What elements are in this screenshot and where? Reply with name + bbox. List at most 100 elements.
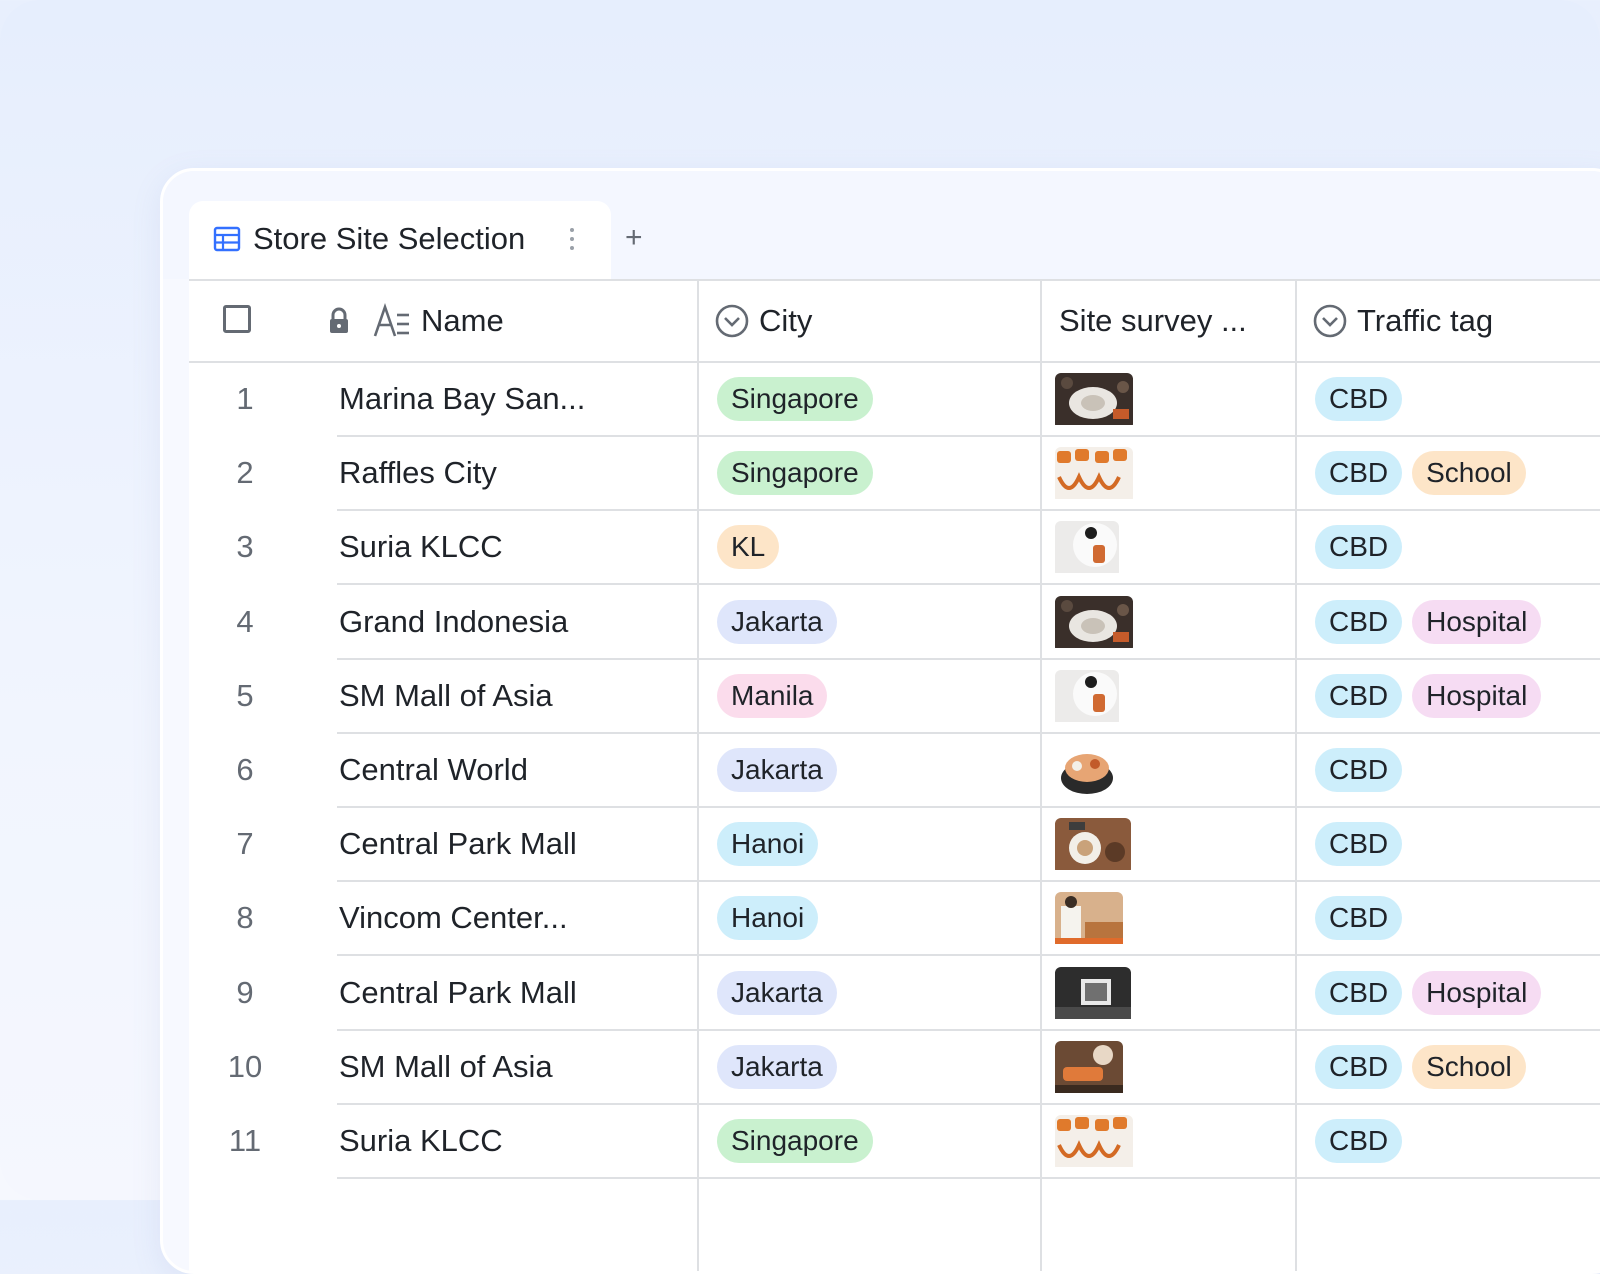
row-number: 9 <box>236 974 254 1010</box>
cell-traffic-tag[interactable]: CBD <box>1315 822 1403 867</box>
city-tag: Jakarta <box>717 748 837 792</box>
traffic-tag: Hospital <box>1412 599 1542 644</box>
cell-traffic-tag[interactable]: CBD <box>1315 525 1403 570</box>
cell-traffic-tag[interactable]: CBD School <box>1315 451 1526 496</box>
city-tag: Singapore <box>717 451 873 496</box>
more-vertical-icon[interactable] <box>565 223 579 257</box>
cell-traffic-tag[interactable]: CBD Hospital <box>1315 599 1542 644</box>
cell-traffic-tag[interactable]: CBD Hospital <box>1315 970 1542 1015</box>
city-tag: Hanoi <box>717 896 819 941</box>
table-row[interactable]: 5 SM Mall of Asia Manila CBD Hospital <box>189 660 1600 734</box>
traffic-tag: CBD <box>1315 1119 1403 1163</box>
cell-city[interactable]: Jakarta <box>717 1044 837 1089</box>
traffic-tag: CBD <box>1315 451 1403 496</box>
food-plate-photo[interactable] <box>1055 595 1133 653</box>
table-row[interactable]: 4 Grand Indonesia Jakarta CBD Hospital <box>189 586 1600 660</box>
cell-city[interactable]: Singapore <box>717 377 873 421</box>
text-field-icon <box>373 303 409 337</box>
cell-name[interactable]: Marina Bay San... <box>339 381 585 417</box>
cell-traffic-tag[interactable]: CBD <box>1315 896 1403 941</box>
chef-photo[interactable] <box>1055 892 1123 949</box>
traffic-tag: CBD <box>1315 970 1403 1015</box>
traffic-tag: CBD <box>1315 896 1403 941</box>
table-row[interactable]: 11 Suria KLCC Singapore CBD <box>189 1105 1600 1179</box>
row-number: 5 <box>236 677 254 713</box>
table-row[interactable]: 3 Suria KLCC KL CBD <box>189 511 1600 586</box>
cell-traffic-tag[interactable]: CBD School <box>1315 1044 1526 1089</box>
city-tag: Jakarta <box>717 599 837 644</box>
chef-cooking-photo[interactable] <box>1055 1040 1123 1098</box>
cell-traffic-tag[interactable]: CBD <box>1315 377 1403 421</box>
table-row[interactable]: 9 Central Park Mall Jakarta CBD Hospital <box>189 957 1600 1031</box>
cell-city[interactable]: Jakarta <box>717 970 837 1015</box>
city-tag: Jakarta <box>717 1044 837 1089</box>
traffic-tag: CBD <box>1315 748 1403 792</box>
data-grid: Name City Site survey ... Traffic tag 1 M… <box>189 279 1600 1271</box>
city-tag: Singapore <box>717 377 873 421</box>
column-header-city[interactable]: City <box>715 281 812 361</box>
bowl-photo[interactable] <box>1055 744 1119 801</box>
city-tag: Manila <box>717 673 828 718</box>
cell-city[interactable]: Hanoi <box>717 896 819 941</box>
row-number: 6 <box>236 752 254 787</box>
cell-name[interactable]: SM Mall of Asia <box>339 1049 553 1085</box>
cell-traffic-tag[interactable]: CBD <box>1315 1119 1403 1163</box>
sushi-rolls-photo[interactable] <box>1055 1115 1133 1172</box>
cell-name[interactable]: Vincom Center... <box>339 900 568 936</box>
cell-name[interactable]: Suria KLCC <box>339 529 503 565</box>
tab-bar: Store Site Selection + <box>163 171 1600 279</box>
select-all-checkbox[interactable] <box>223 305 251 333</box>
traffic-tag: CBD <box>1315 599 1403 644</box>
lock-icon <box>330 307 348 333</box>
cell-city[interactable]: Singapore <box>717 451 873 496</box>
add-tab-button[interactable]: + <box>625 223 643 253</box>
sushi-plate-photo[interactable] <box>1055 669 1119 727</box>
sushi-rolls-photo[interactable] <box>1055 447 1133 504</box>
column-header-name[interactable]: Name <box>421 281 504 361</box>
cell-city[interactable]: Jakarta <box>717 748 837 792</box>
cell-name[interactable]: SM Mall of Asia <box>339 678 553 714</box>
cell-city[interactable]: Manila <box>717 673 828 718</box>
traffic-tag: CBD <box>1315 673 1403 718</box>
column-header-traffic-tag[interactable]: Traffic tag <box>1313 281 1493 361</box>
cell-name[interactable]: Raffles City <box>339 455 497 491</box>
traffic-tag: Hospital <box>1412 970 1542 1015</box>
column-header-traffic-tag-label: Traffic tag <box>1357 303 1494 338</box>
city-tag: Singapore <box>717 1119 873 1163</box>
city-tag: Jakarta <box>717 970 837 1015</box>
column-header-site-survey[interactable]: Site survey ... <box>1059 281 1247 361</box>
cell-city[interactable]: Jakarta <box>717 599 837 644</box>
cell-city[interactable]: KL <box>717 525 780 570</box>
table-row[interactable]: 6 Central World Jakarta CBD <box>189 734 1600 808</box>
cell-city[interactable]: Singapore <box>717 1119 873 1163</box>
multi-select-icon <box>1313 304 1347 338</box>
cell-name[interactable]: Central Park Mall <box>339 975 577 1011</box>
cell-traffic-tag[interactable]: CBD <box>1315 748 1403 792</box>
traffic-tag: CBD <box>1315 822 1403 867</box>
tab-store-site-selection[interactable]: Store Site Selection <box>189 201 611 279</box>
table-row[interactable]: 10 SM Mall of Asia Jakarta CBD School <box>189 1031 1600 1105</box>
table-row[interactable]: 1 Marina Bay San... Singapore CBD <box>189 363 1600 437</box>
cell-city[interactable]: Hanoi <box>717 822 819 867</box>
cell-traffic-tag[interactable]: CBD Hospital <box>1315 673 1542 718</box>
table-row[interactable]: 7 Central Park Mall Hanoi CBD <box>189 808 1600 883</box>
row-number: 11 <box>228 1123 262 1158</box>
cell-name[interactable]: Central World <box>339 752 528 788</box>
table-row[interactable]: 2 Raffles City Singapore CBD School <box>189 437 1600 512</box>
traffic-tag: Hospital <box>1412 673 1542 718</box>
traffic-tag: CBD <box>1315 377 1403 421</box>
row-number: 7 <box>236 826 254 862</box>
row-number: 2 <box>236 455 254 491</box>
cell-name[interactable]: Grand Indonesia <box>339 604 568 640</box>
row-divider <box>337 1177 1600 1179</box>
table-spread-photo[interactable] <box>1055 818 1131 875</box>
row-number: 4 <box>236 603 254 639</box>
cell-name[interactable]: Suria KLCC <box>339 1123 503 1159</box>
table-row[interactable]: 8 Vincom Center... Hanoi CBD <box>189 882 1600 957</box>
single-select-icon <box>715 304 749 338</box>
cell-name[interactable]: Central Park Mall <box>339 826 577 862</box>
kitchen-photo[interactable] <box>1055 966 1131 1024</box>
sushi-plate-photo[interactable] <box>1055 521 1119 578</box>
tab-title: Store Site Selection <box>253 221 526 256</box>
food-plate-photo[interactable] <box>1055 373 1133 430</box>
